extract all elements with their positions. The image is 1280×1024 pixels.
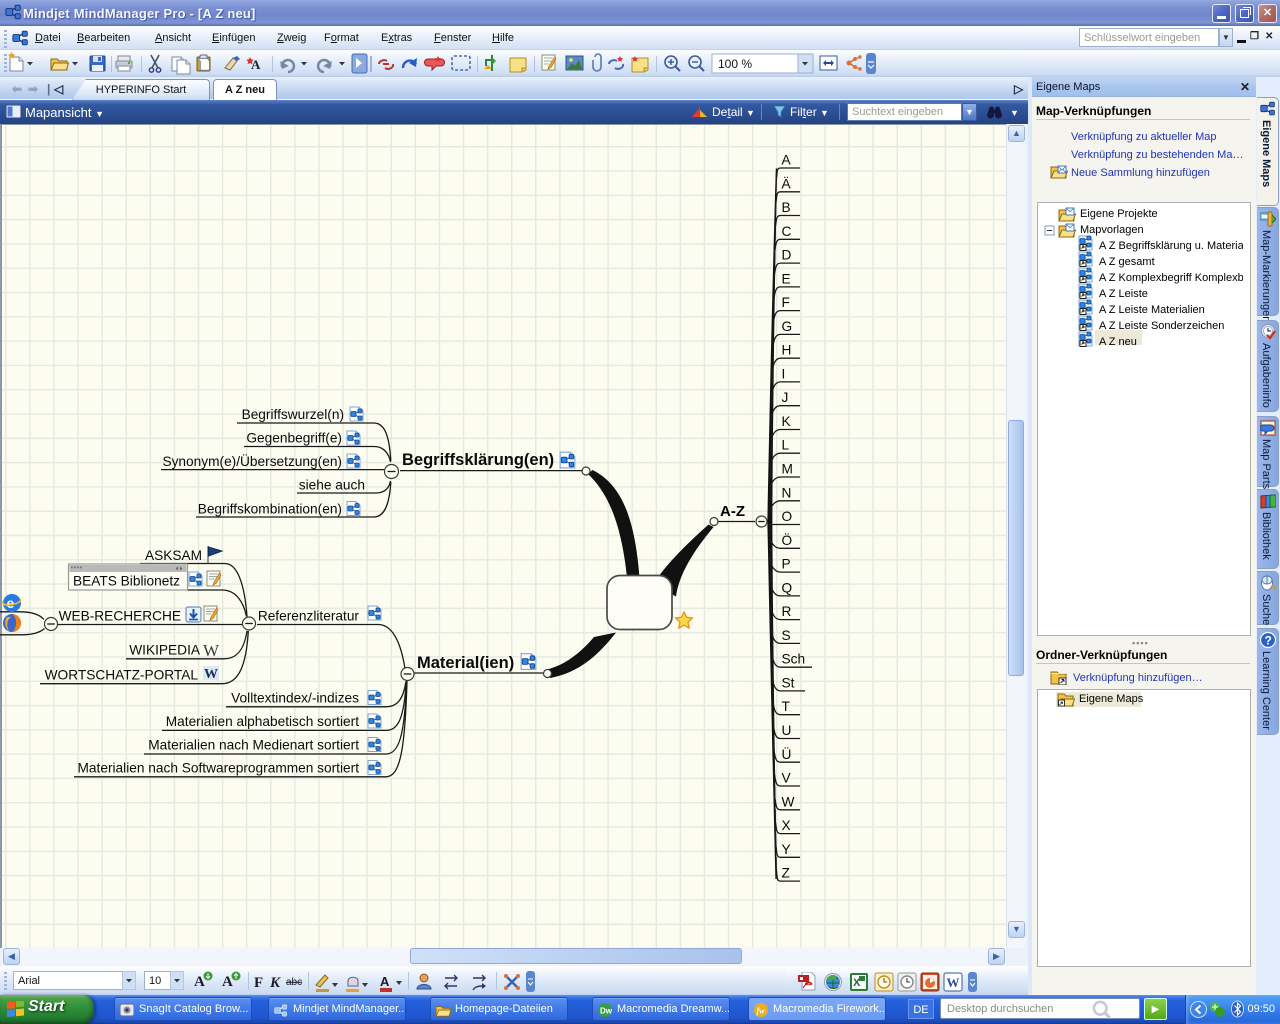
svg-text:Ä: Ä bbox=[782, 176, 792, 191]
svg-text:I: I bbox=[782, 366, 786, 381]
svg-text:W: W bbox=[204, 667, 218, 682]
svg-text:A: A bbox=[782, 153, 792, 168]
svg-text:Begriffskombination(en): Begriffskombination(en) bbox=[198, 502, 342, 517]
svg-text:Material(ien): Material(ien) bbox=[417, 654, 514, 672]
svg-text:BEATS Biblionetz: BEATS Biblionetz bbox=[73, 574, 180, 589]
svg-text:A: A bbox=[194, 974, 205, 990]
svg-text:M: M bbox=[782, 462, 793, 477]
svg-text:ASKSAM: ASKSAM bbox=[145, 548, 202, 563]
svg-text:Materialien nach Medienart sor: Materialien nach Medienart sortiert bbox=[148, 738, 359, 753]
svg-text:V: V bbox=[782, 771, 792, 786]
svg-text:B: B bbox=[782, 200, 791, 215]
svg-text:C: C bbox=[782, 224, 792, 239]
svg-text:F: F bbox=[782, 295, 790, 310]
svg-text:S: S bbox=[782, 628, 791, 643]
svg-text:W: W bbox=[947, 975, 960, 990]
svg-text:Z: Z bbox=[782, 866, 790, 881]
svg-text:Ö: Ö bbox=[782, 533, 793, 548]
svg-text:Y: Y bbox=[782, 842, 791, 857]
svg-text:WORTSCHATZ-PORTAL: WORTSCHATZ-PORTAL bbox=[45, 668, 199, 683]
svg-text:H: H bbox=[782, 343, 792, 358]
svg-text:A: A bbox=[380, 974, 390, 989]
svg-text:A: A bbox=[222, 974, 233, 990]
svg-text:J: J bbox=[782, 390, 789, 405]
svg-text:U: U bbox=[782, 723, 792, 738]
svg-text:Ü: Ü bbox=[782, 747, 792, 762]
svg-text:Materialien nach Softwareprogr: Materialien nach Softwareprogrammen sort… bbox=[78, 761, 360, 776]
svg-text:L: L bbox=[782, 438, 790, 453]
svg-text:fw: fw bbox=[757, 1007, 766, 1016]
svg-text:G: G bbox=[782, 319, 793, 334]
svg-text:K: K bbox=[269, 975, 281, 991]
svg-text:P: P bbox=[782, 557, 791, 572]
svg-text:WIKIPEDIA: WIKIPEDIA bbox=[129, 643, 201, 658]
svg-text:N: N bbox=[782, 485, 792, 500]
svg-text:T: T bbox=[782, 699, 791, 714]
svg-text:A: A bbox=[251, 57, 261, 72]
svg-text:X: X bbox=[782, 818, 791, 833]
svg-text:e: e bbox=[7, 595, 15, 611]
svg-text:E: E bbox=[782, 271, 791, 286]
svg-text:O: O bbox=[782, 509, 793, 524]
svg-text:Volltextindex/-indizes: Volltextindex/-indizes bbox=[231, 691, 359, 706]
svg-text:D: D bbox=[782, 248, 792, 263]
svg-text:100 %: 100 % bbox=[718, 57, 752, 71]
svg-text:St: St bbox=[782, 675, 795, 690]
svg-text:Gegenbegriff(e): Gegenbegriff(e) bbox=[246, 431, 342, 446]
svg-text:F: F bbox=[254, 975, 263, 991]
svg-text:Begriffswurzel(n): Begriffswurzel(n) bbox=[242, 407, 344, 422]
svg-text:Synonym(e)/Übersetzung(en): Synonym(e)/Übersetzung(en) bbox=[162, 454, 342, 469]
svg-text:siehe auch: siehe auch bbox=[299, 478, 365, 493]
svg-text:abc: abc bbox=[286, 977, 302, 988]
svg-text:W: W bbox=[203, 641, 220, 660]
svg-text:Referenzliteratur: Referenzliteratur bbox=[258, 609, 360, 624]
svg-text:?: ? bbox=[1265, 634, 1272, 648]
svg-text:WEB-RECHERCHE: WEB-RECHERCHE bbox=[59, 609, 181, 624]
svg-text:Dw: Dw bbox=[600, 1007, 612, 1016]
svg-text:K: K bbox=[782, 414, 791, 429]
svg-text:Sch: Sch bbox=[782, 652, 806, 667]
svg-text:A-Z: A-Z bbox=[720, 503, 745, 520]
svg-text:Begriffsklärung(en): Begriffsklärung(en) bbox=[402, 451, 554, 469]
svg-text:W: W bbox=[782, 794, 795, 809]
svg-text:Materialien alphabetisch sorti: Materialien alphabetisch sortiert bbox=[166, 714, 359, 729]
svg-text:R: R bbox=[782, 604, 792, 619]
svg-text:Q: Q bbox=[782, 580, 793, 595]
